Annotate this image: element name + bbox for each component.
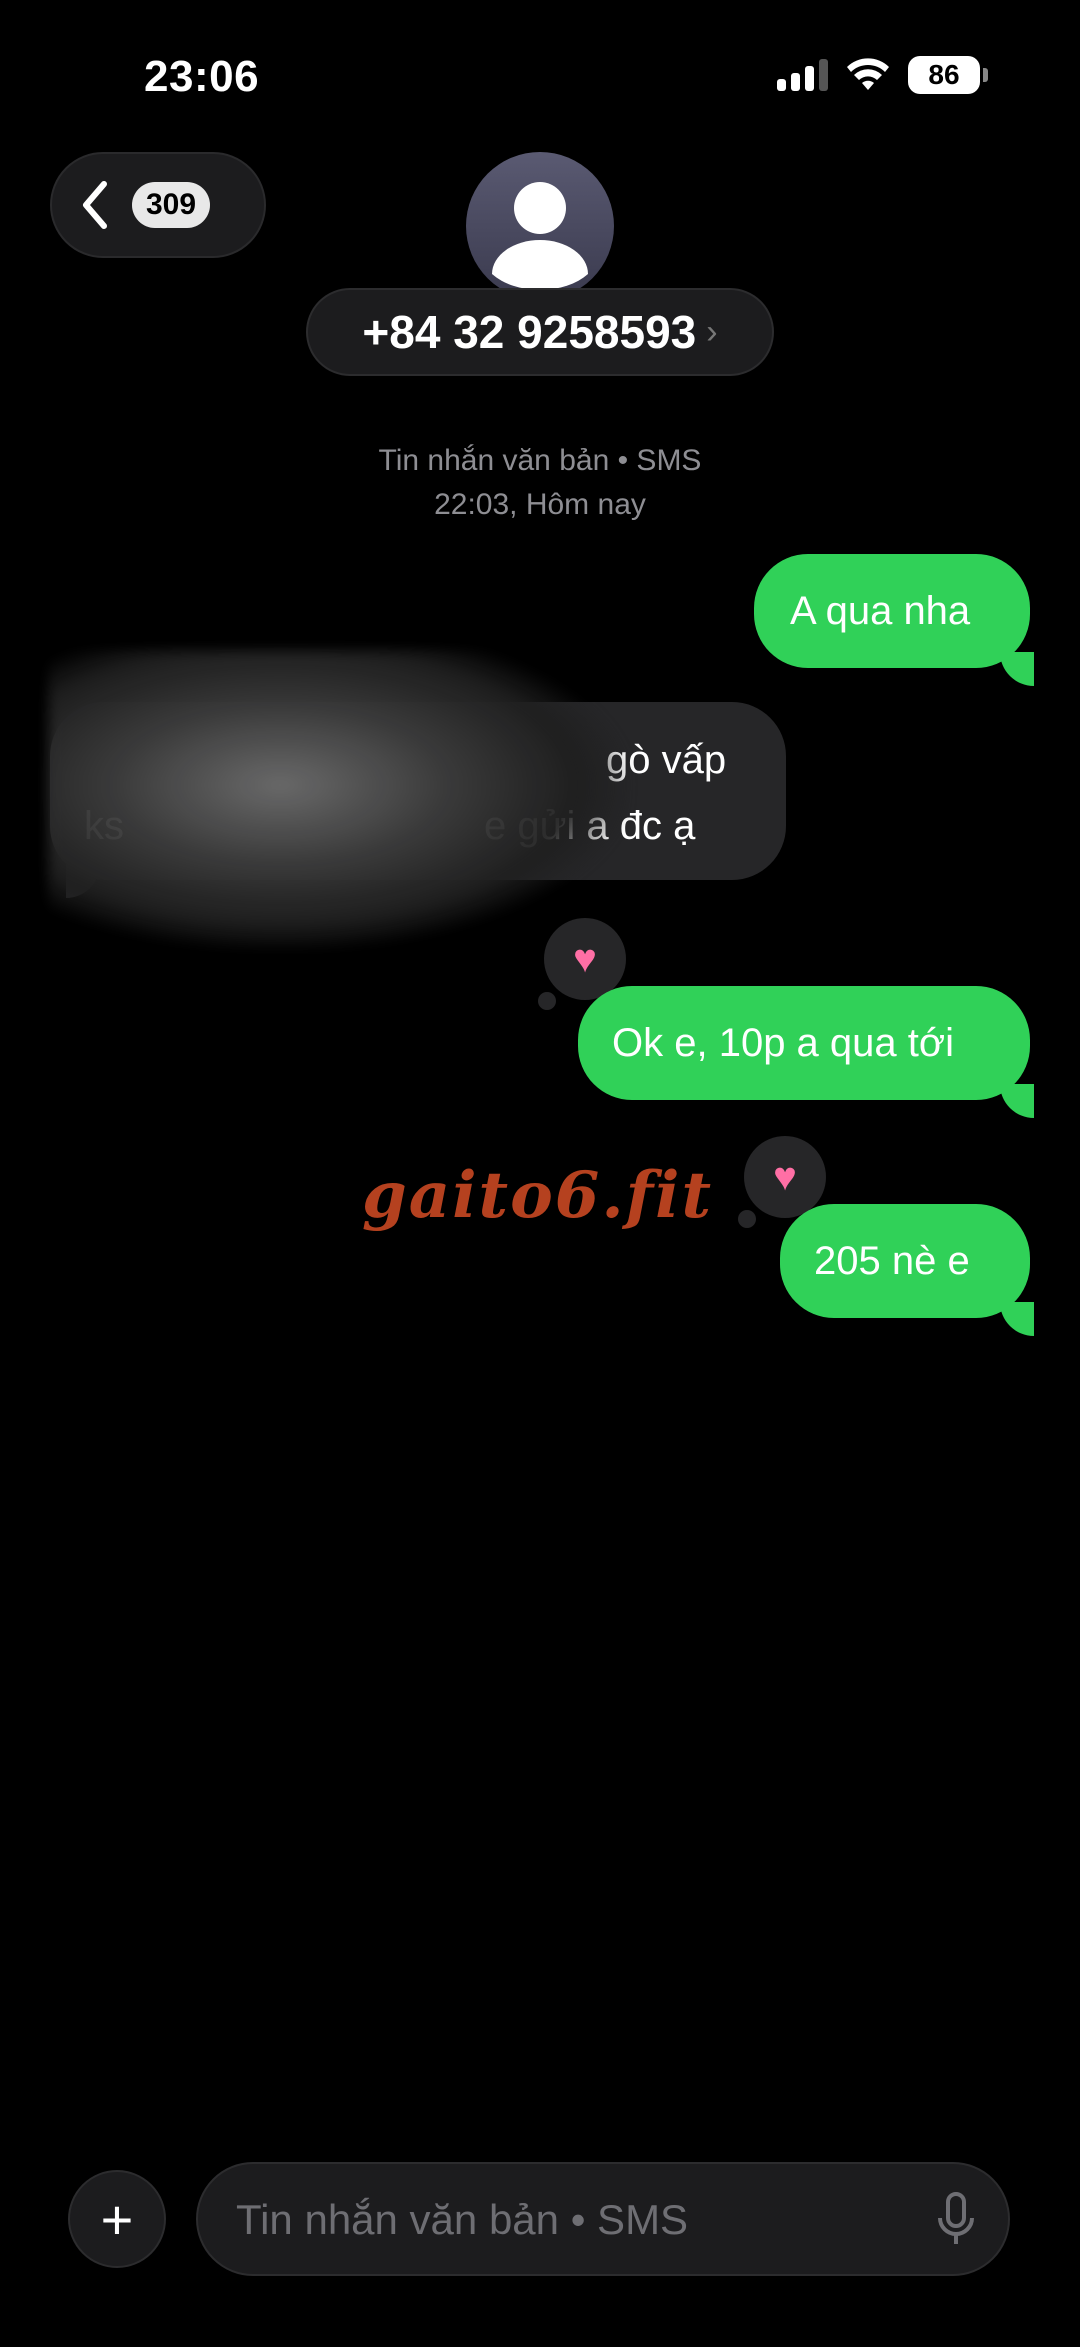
- message-text: Ok e, 10p a qua tới: [612, 1021, 954, 1065]
- back-button[interactable]: 309: [50, 152, 266, 258]
- contact-name-button[interactable]: +84 32 9258593 ›: [306, 288, 774, 376]
- message-bubble-outgoing[interactable]: Ok e, 10p a qua tới: [578, 986, 1030, 1100]
- contact-avatar[interactable]: [466, 152, 614, 300]
- message-bubble-outgoing[interactable]: A qua nha: [754, 554, 1030, 668]
- heart-reaction-icon[interactable]: ♥: [538, 918, 626, 1010]
- chevron-right-icon: ›: [706, 312, 718, 351]
- status-time: 23:06: [144, 52, 260, 101]
- redaction-scribble: [48, 650, 628, 950]
- battery-indicator: 86: [908, 56, 988, 94]
- microphone-icon[interactable]: [936, 2192, 976, 2248]
- message-text: A qua nha: [790, 589, 971, 633]
- add-attachment-button[interactable]: +: [68, 2170, 166, 2268]
- heart-reaction-icon[interactable]: ♥: [738, 1136, 826, 1228]
- contact-number: +84 32 9258593: [362, 306, 697, 358]
- unread-count-badge: 309: [132, 182, 211, 228]
- message-bubble-outgoing[interactable]: 205 nè e: [780, 1204, 1030, 1318]
- message-input-container[interactable]: [196, 2162, 1010, 2276]
- wifi-icon: [847, 58, 889, 90]
- thread-type-label: Tin nhắn văn bản • SMS: [378, 444, 702, 477]
- status-icons: 86: [777, 56, 988, 94]
- thread-timestamp: 22:03, Hôm nay: [434, 488, 646, 521]
- message-input[interactable]: [234, 2184, 878, 2256]
- watermark-text: gaito6.fit: [362, 1158, 713, 1233]
- person-icon: [492, 182, 588, 290]
- bubble-tail: [1000, 652, 1034, 686]
- chevron-left-icon: [83, 181, 107, 229]
- bubble-tail: [1000, 1084, 1034, 1118]
- message-text: 205 nè e: [814, 1239, 970, 1283]
- cellular-signal-icon: [777, 59, 828, 91]
- plus-icon: +: [100, 2187, 134, 2251]
- bubble-tail: [1000, 1302, 1034, 1336]
